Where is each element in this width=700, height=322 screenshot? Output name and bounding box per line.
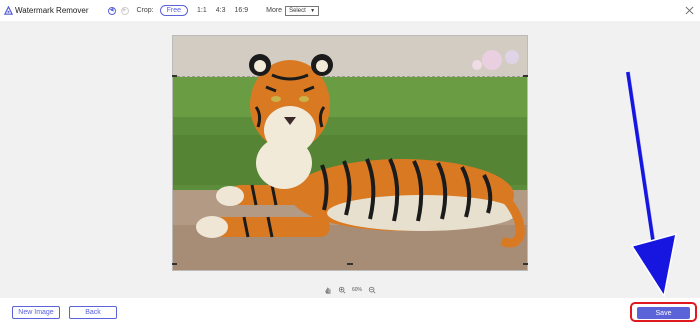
tiger-photo[interactable] xyxy=(172,35,528,271)
crop-handle-bottom-left[interactable] xyxy=(172,263,177,265)
bottom-bar: New Image Back xyxy=(0,298,700,322)
hand-icon xyxy=(325,287,331,294)
crop-handle-top-left[interactable] xyxy=(172,75,177,77)
close-button[interactable] xyxy=(683,4,695,16)
crop-4-3-button[interactable]: 4:3 xyxy=(216,7,226,14)
close-icon xyxy=(685,6,693,14)
crop-label: Crop: xyxy=(136,7,154,14)
save-button[interactable]: Save xyxy=(637,307,690,319)
zoom-in-icon xyxy=(338,286,346,294)
zoom-controls: 60% xyxy=(0,283,700,297)
crop-handle-bottom-mid[interactable] xyxy=(347,263,353,265)
zoom-out-icon xyxy=(368,286,376,294)
crop-16-9-button[interactable]: 16:9 xyxy=(235,7,249,14)
logo-icon xyxy=(4,6,13,15)
pan-tool-button[interactable] xyxy=(324,286,332,294)
crop-handle-bottom-right[interactable] xyxy=(523,263,528,265)
tiger-image xyxy=(172,35,528,271)
editing-canvas xyxy=(0,21,700,279)
app-logo xyxy=(4,6,13,15)
back-button[interactable]: Back xyxy=(69,306,117,319)
zoom-in-button[interactable] xyxy=(338,286,346,294)
watermark-remover-window: Watermark Remover ◀ ▶ Crop: Free 1:1 4:3… xyxy=(0,0,700,322)
app-title: Watermark Remover xyxy=(15,6,89,15)
undo-button[interactable]: ◀ xyxy=(107,6,116,15)
zoom-level: 60% xyxy=(351,287,362,293)
new-image-button[interactable]: New Image xyxy=(12,306,60,319)
zoom-out-button[interactable] xyxy=(368,286,376,294)
chevron-down-icon: ▼ xyxy=(310,7,316,14)
more-select[interactable]: Select ▼ xyxy=(285,5,320,16)
redo-icon: ▶ xyxy=(122,7,127,13)
more-select-value: Select xyxy=(289,7,306,14)
top-toolbar: Watermark Remover ◀ ▶ Crop: Free 1:1 4:3… xyxy=(0,0,700,21)
crop-handle-top-right[interactable] xyxy=(523,75,528,77)
annotation-arrow-icon xyxy=(626,71,677,298)
history-controls: ◀ ▶ xyxy=(107,6,134,15)
crop-1-1-button[interactable]: 1:1 xyxy=(197,7,207,14)
redo-button[interactable]: ▶ xyxy=(120,6,129,15)
undo-icon: ◀ xyxy=(109,7,114,13)
more-label: More xyxy=(266,7,283,14)
crop-free-button[interactable]: Free xyxy=(159,5,189,16)
